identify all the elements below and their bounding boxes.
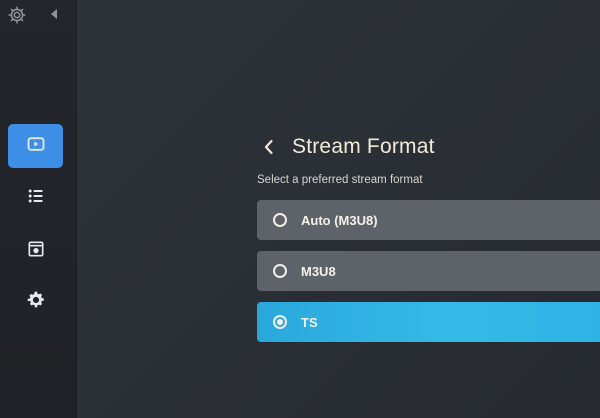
option-label: TS xyxy=(301,314,318,330)
chevron-left-icon[interactable] xyxy=(261,138,277,156)
stream-format-screen: Stream Format Select a preferred stream … xyxy=(0,0,600,418)
gear-icon[interactable] xyxy=(7,5,27,25)
option-label: M3U8 xyxy=(301,263,336,279)
play-video-icon xyxy=(26,134,46,159)
page-header: Stream Format xyxy=(257,130,435,164)
option-label: Auto (M3U8) xyxy=(301,212,378,228)
sidebar xyxy=(0,0,77,418)
page-title: Stream Format xyxy=(292,135,435,158)
triangle-left-icon[interactable] xyxy=(49,7,59,21)
sidebar-item-list[interactable] xyxy=(8,176,63,220)
radio-button[interactable] xyxy=(273,315,287,329)
gear-icon xyxy=(26,290,46,315)
sidebar-item-settings[interactable] xyxy=(8,280,63,324)
option-ts[interactable]: TS xyxy=(257,302,600,342)
stream-format-panel: Stream Format Select a preferred stream … xyxy=(257,130,600,370)
option-m3u8[interactable]: M3U8 xyxy=(257,251,600,291)
radio-button[interactable] xyxy=(273,213,287,227)
list-icon xyxy=(26,186,46,211)
sidebar-item-video[interactable] xyxy=(8,124,63,168)
page-subtitle: Select a preferred stream format xyxy=(257,174,423,186)
sidebar-item-media[interactable] xyxy=(8,229,63,273)
option-auto-m3u8[interactable]: Auto (M3U8) xyxy=(257,200,600,240)
radio-button[interactable] xyxy=(273,264,287,278)
media-window-icon xyxy=(26,239,46,264)
